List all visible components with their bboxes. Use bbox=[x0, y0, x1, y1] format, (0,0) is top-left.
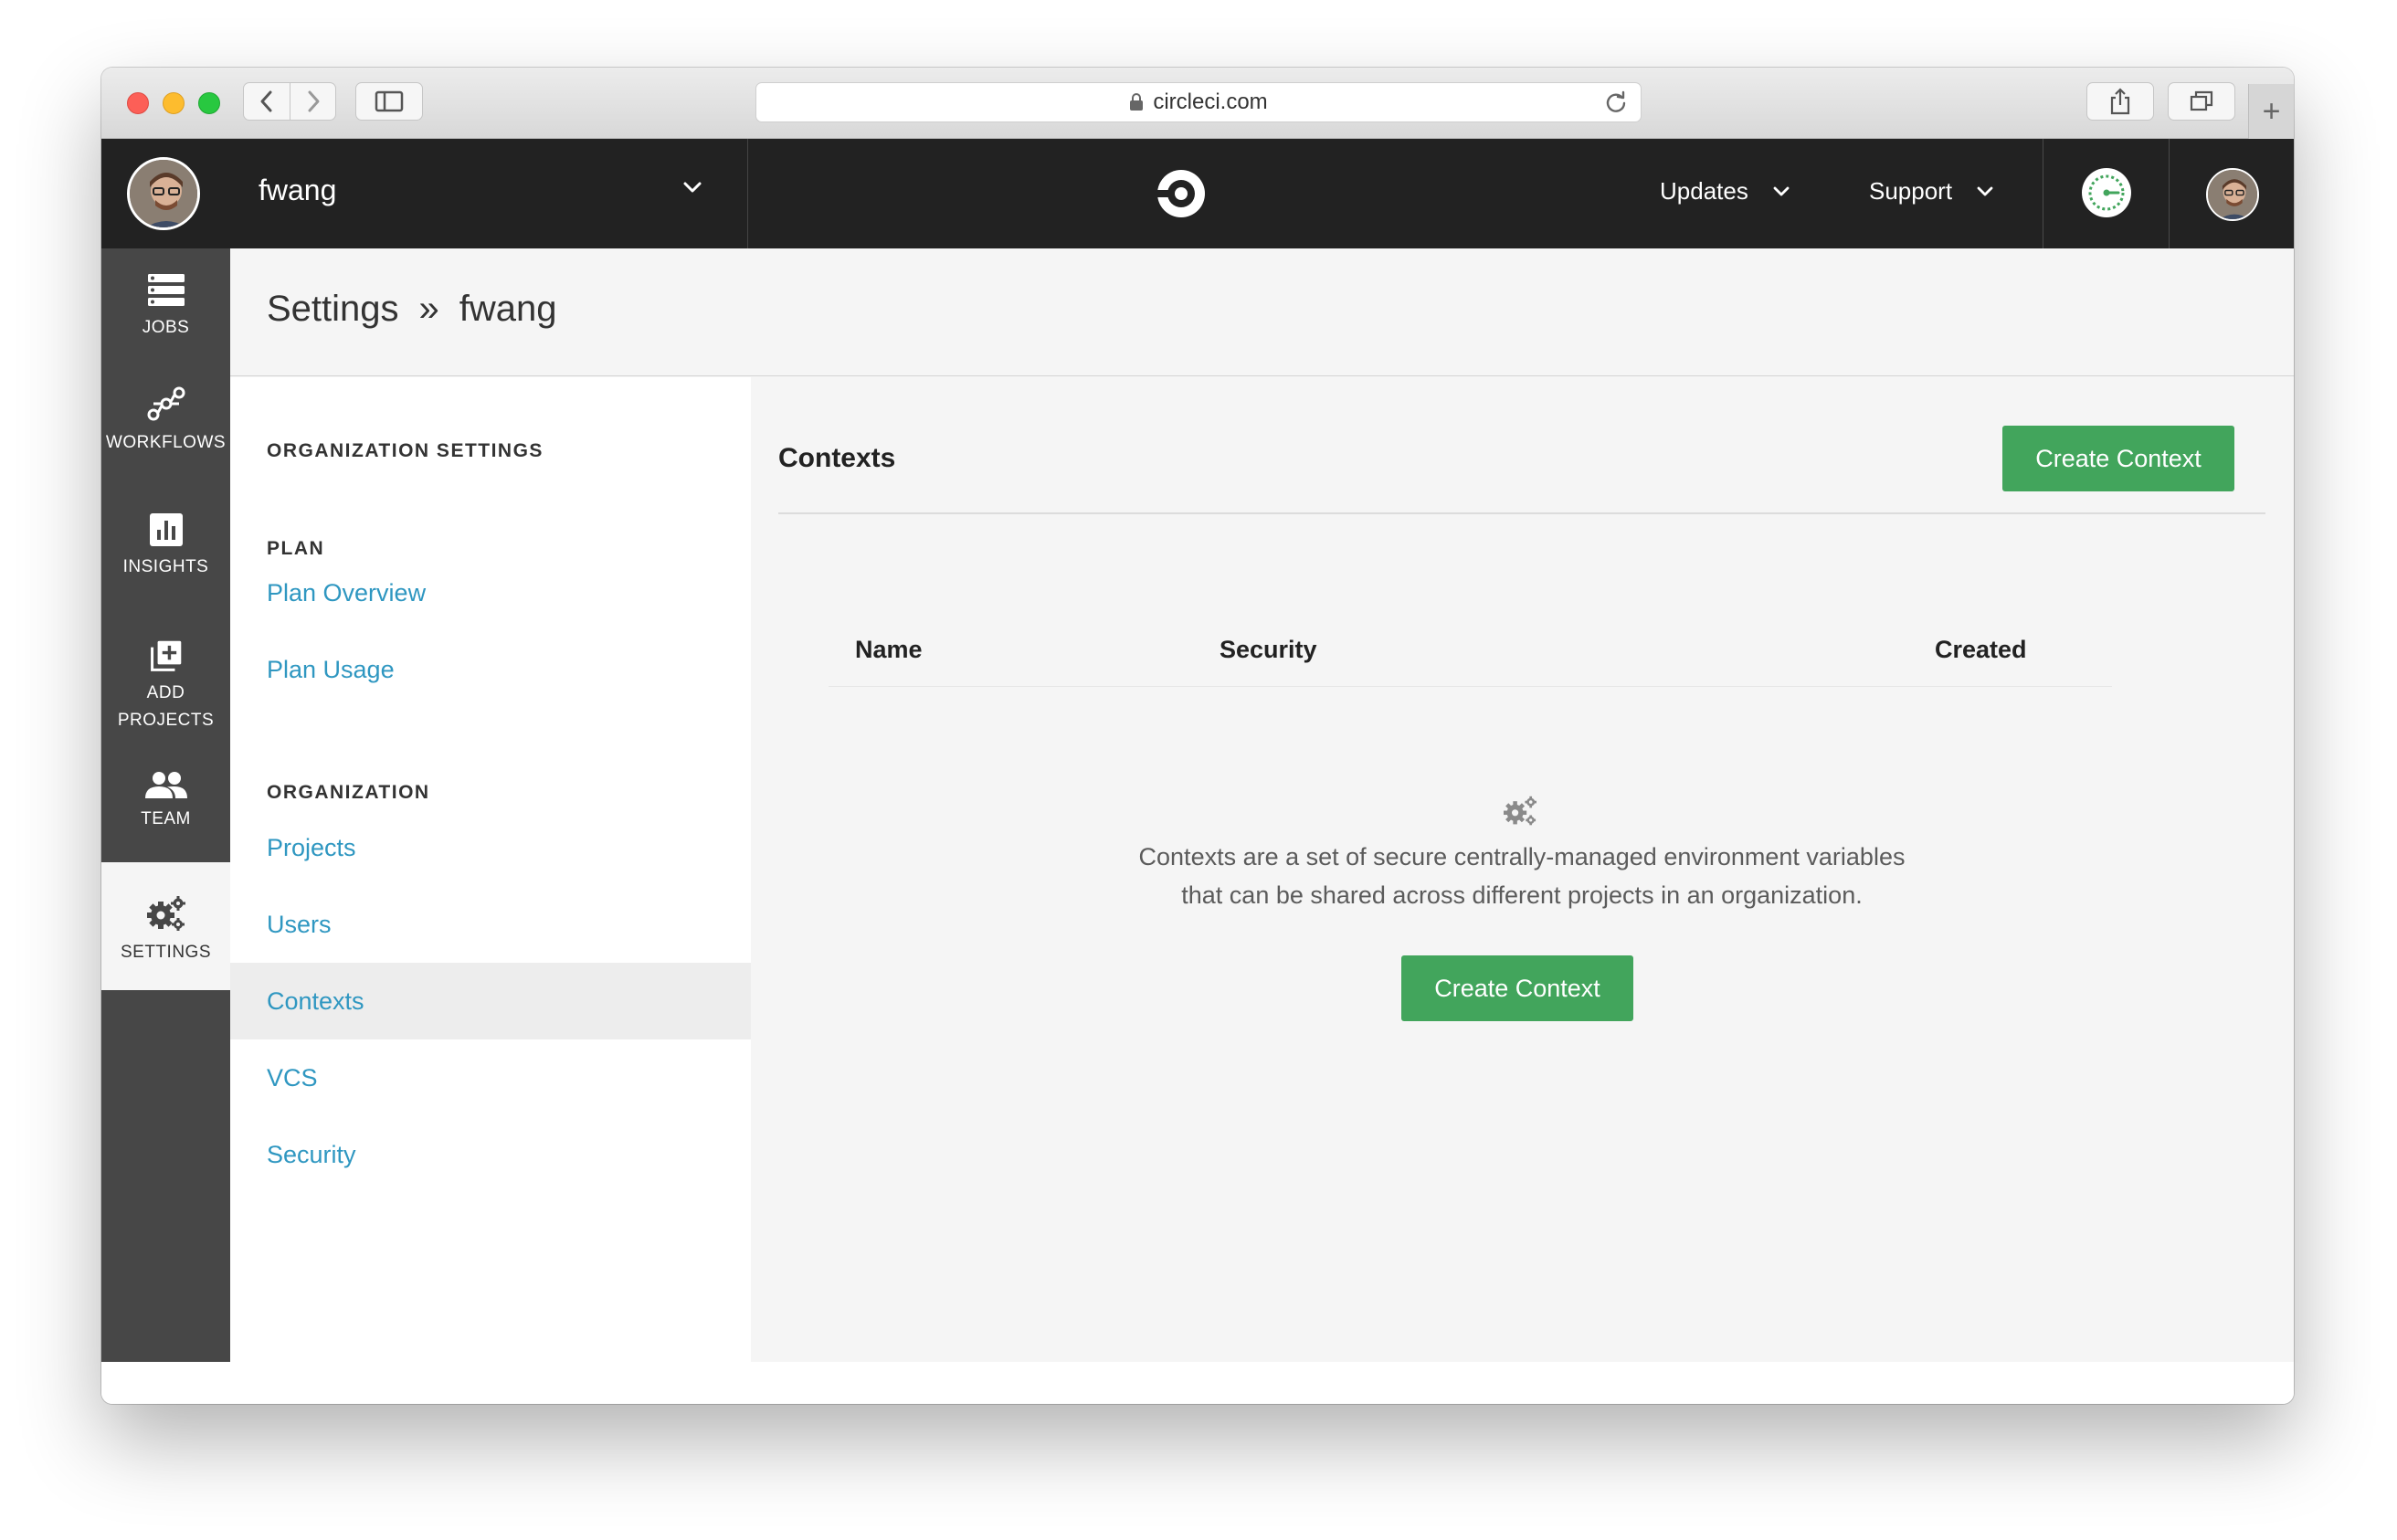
settings-link-users[interactable]: Users bbox=[230, 886, 751, 963]
address-bar[interactable]: circleci.com bbox=[755, 82, 1642, 122]
back-button[interactable] bbox=[243, 82, 290, 121]
sidebar-label-add-projects: ADD PROJECTS bbox=[118, 680, 214, 734]
user-avatar[interactable] bbox=[2206, 168, 2259, 221]
tabs-icon bbox=[2190, 90, 2213, 111]
chevron-right-icon bbox=[308, 90, 319, 112]
zoom-window-button[interactable] bbox=[198, 92, 220, 114]
empty-state-line2: that can be shared across different proj… bbox=[1181, 881, 1863, 909]
settings-link-projects[interactable]: Projects bbox=[230, 809, 751, 886]
share-icon bbox=[2110, 88, 2130, 115]
sidebar-item-insights[interactable]: INSIGHTS bbox=[101, 479, 230, 607]
insights-icon bbox=[149, 513, 183, 546]
browser-titlebar: circleci.com + bbox=[101, 68, 2294, 139]
support-menu[interactable]: Support bbox=[1869, 177, 1994, 206]
team-icon bbox=[144, 772, 187, 798]
breadcrumb-text: Settings » fwang bbox=[267, 289, 557, 330]
settings-link-plan-overview[interactable]: Plan Overview bbox=[230, 554, 751, 631]
empty-state-line1: Contexts are a set of secure centrally-m… bbox=[1138, 843, 1906, 870]
close-window-button[interactable] bbox=[127, 92, 149, 114]
tab-overview-button[interactable] bbox=[2168, 82, 2235, 121]
sidebar-toggle-button[interactable] bbox=[355, 82, 423, 121]
url-text: circleci.com bbox=[1153, 90, 1268, 114]
sidebar-label-team: TEAM bbox=[141, 809, 191, 828]
support-label: Support bbox=[1869, 177, 1953, 205]
lock-icon bbox=[1129, 93, 1144, 111]
settings-link-vcs[interactable]: VCS bbox=[230, 1039, 751, 1116]
settings-link-security[interactable]: Security bbox=[230, 1116, 751, 1193]
forward-button[interactable] bbox=[290, 82, 336, 121]
settings-link-contexts[interactable]: Contexts bbox=[230, 963, 751, 1039]
jobs-icon bbox=[147, 274, 185, 306]
breadcrumb: Settings » fwang bbox=[230, 248, 2294, 376]
chevron-down-icon bbox=[682, 181, 702, 198]
column-header-security: Security bbox=[1220, 636, 1317, 663]
sidebar-label-jobs: JOBS bbox=[142, 318, 190, 337]
window-bottom-edge bbox=[101, 1362, 2294, 1404]
chevron-left-icon bbox=[260, 90, 272, 112]
sidebar-icon bbox=[375, 90, 404, 112]
page-title: Contexts bbox=[778, 443, 896, 473]
new-tab-button[interactable]: + bbox=[2248, 84, 2294, 139]
updates-menu[interactable]: Updates bbox=[1660, 177, 1790, 206]
reload-icon[interactable] bbox=[1604, 90, 1628, 114]
sidebar-item-add-projects[interactable]: ADD PROJECTS bbox=[101, 607, 230, 734]
sidebar-label-settings: SETTINGS bbox=[120, 943, 211, 962]
sidebar-label-projects: PROJECTS bbox=[117, 711, 215, 730]
chevron-down-icon bbox=[1976, 185, 1994, 197]
group-title-organization: ORGANIZATION bbox=[267, 782, 430, 803]
gears-icon bbox=[1502, 795, 1538, 832]
org-avatar bbox=[127, 157, 200, 230]
updates-label: Updates bbox=[1660, 177, 1748, 205]
workflows-icon bbox=[147, 386, 185, 421]
create-context-button[interactable]: Create Context bbox=[2002, 426, 2234, 491]
title-divider bbox=[778, 512, 2265, 514]
browser-window: circleci.com + fwang Updates Support JOB… bbox=[101, 68, 2294, 1404]
empty-state-text: Contexts are a set of secure centrally-m… bbox=[1065, 838, 1979, 914]
sidebar-item-workflows[interactable]: WORKFLOWS bbox=[101, 351, 230, 479]
contexts-panel: Contexts Create Context Name Security Cr… bbox=[751, 377, 2294, 1362]
sidebar-item-team[interactable]: TEAM bbox=[101, 734, 230, 862]
org-name: fwang bbox=[259, 174, 337, 206]
nav-divider bbox=[2169, 139, 2170, 248]
breadcrumb-current: fwang bbox=[459, 289, 557, 329]
add-projects-icon bbox=[150, 640, 181, 671]
sidebar-item-jobs[interactable]: JOBS bbox=[101, 248, 230, 351]
minimize-window-button[interactable] bbox=[163, 92, 185, 114]
chevron-down-icon bbox=[1772, 185, 1790, 197]
breadcrumb-root[interactable]: Settings bbox=[267, 289, 399, 330]
content-area: Settings » fwang ORGANIZATION SETTINGS P… bbox=[230, 248, 2294, 1362]
breadcrumb-separator: » bbox=[418, 289, 439, 329]
create-context-empty-button[interactable]: Create Context bbox=[1401, 955, 1633, 1021]
sidebar-label-add: ADD bbox=[146, 683, 185, 702]
share-button[interactable] bbox=[2086, 82, 2154, 121]
system-status-icon[interactable] bbox=[2082, 168, 2131, 217]
sidebar-label-insights: INSIGHTS bbox=[122, 557, 209, 576]
sidebar-label-workflows: WORKFLOWS bbox=[105, 433, 227, 452]
settings-link-plan-usage[interactable]: Plan Usage bbox=[230, 631, 751, 708]
org-switcher[interactable]: fwang bbox=[101, 139, 748, 248]
table-header-divider bbox=[829, 686, 2112, 687]
column-header-created: Created bbox=[1935, 636, 2027, 663]
sidebar-item-settings[interactable]: SETTINGS bbox=[101, 862, 230, 990]
settings-section-title: ORGANIZATION SETTINGS bbox=[267, 440, 544, 461]
app-sidebar: JOBS WORKFLOWS INSIGHTS ADD PROJECTS TEA… bbox=[101, 248, 230, 1362]
column-header-name: Name bbox=[855, 636, 923, 663]
circleci-logo-icon[interactable] bbox=[1154, 166, 1209, 226]
top-navbar: fwang Updates Support bbox=[101, 139, 2294, 248]
settings-menu: ORGANIZATION SETTINGS PLAN Plan Overview… bbox=[230, 377, 751, 1362]
settings-icon bbox=[146, 896, 185, 931]
